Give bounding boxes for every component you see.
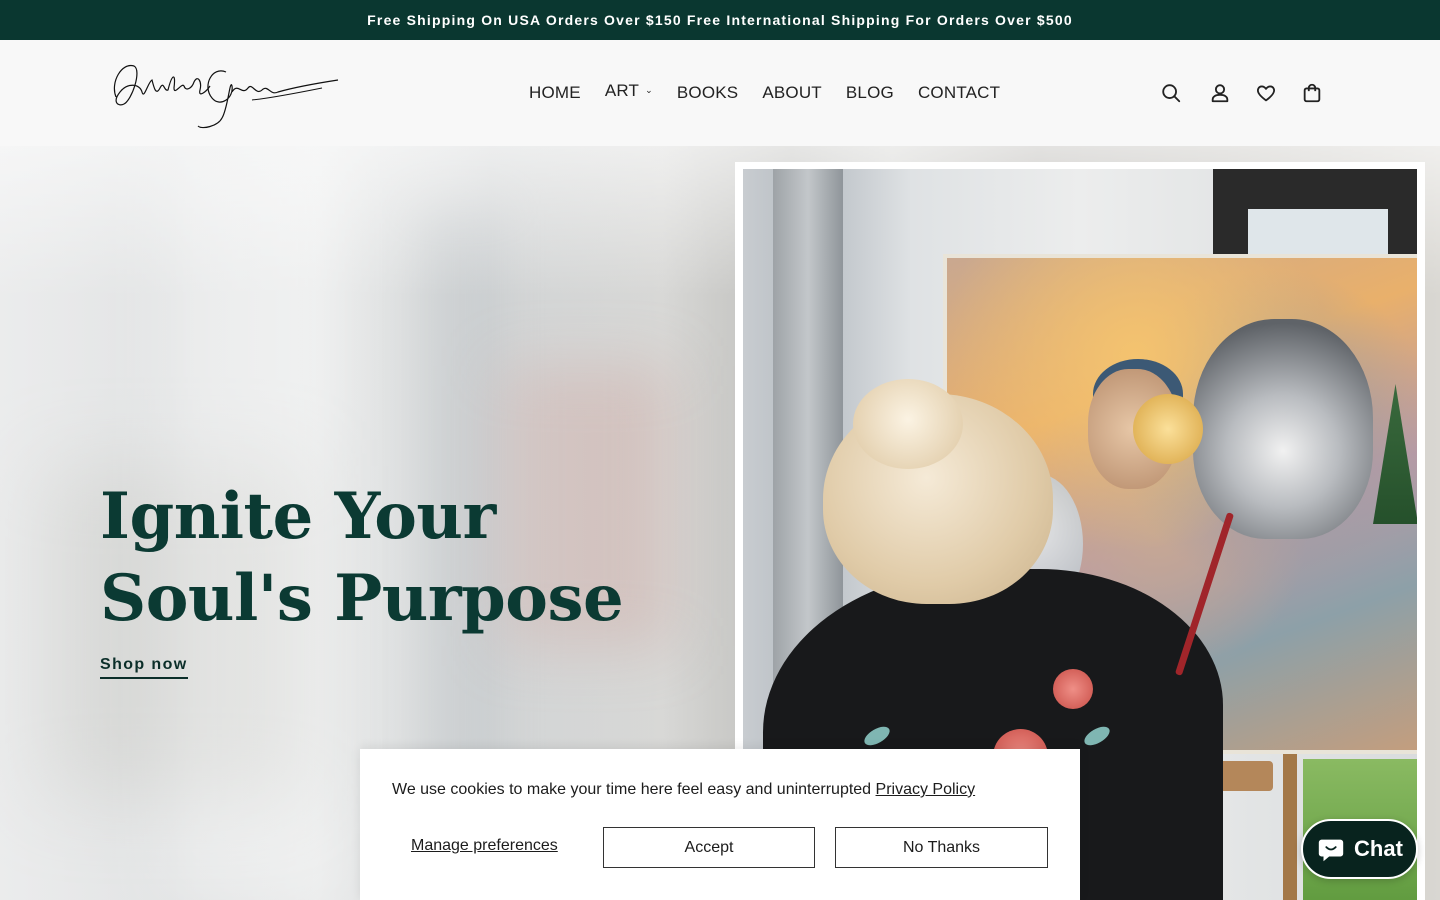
floral-rose <box>1053 669 1093 709</box>
shop-now-link[interactable]: Shop now <box>100 656 188 679</box>
nav-about-label: ABOUT <box>762 83 822 102</box>
wishlist-heart-icon[interactable] <box>1253 80 1279 106</box>
account-icon[interactable] <box>1207 80 1233 106</box>
decline-cookies-button[interactable]: No Thanks <box>835 827 1048 868</box>
nav-about[interactable]: ABOUT <box>762 83 822 103</box>
nav-blog[interactable]: BLOG <box>846 83 894 103</box>
accept-cookies-button[interactable]: Accept <box>603 827 815 868</box>
artist-hair-bun <box>853 379 963 469</box>
announcement-text: Free Shipping On USA Orders Over $150 Fr… <box>367 12 1073 28</box>
nav-blog-label: BLOG <box>845 83 894 102</box>
chevron-down-icon: ⌄ <box>645 84 653 95</box>
cart-bag-icon[interactable] <box>1299 80 1325 106</box>
chat-bubble-icon <box>1318 839 1344 862</box>
hero-text-block: Ignite Your Soul's Purpose Shop now <box>100 476 660 679</box>
header-icons <box>1158 80 1325 106</box>
hero-title: Ignite Your Soul's Purpose <box>100 476 660 640</box>
nav-art[interactable]: ART ⌄ <box>605 81 653 101</box>
site-header: HOME ART ⌄ BOOKS ABOUT BLOG CONTACT <box>0 40 1440 146</box>
nav-art-label: ART <box>604 81 640 100</box>
cookie-message: We use cookies to make your time here fe… <box>392 781 975 799</box>
chat-label: Chat <box>1354 836 1403 861</box>
nav-books[interactable]: BOOKS <box>677 83 738 103</box>
chat-widget-button[interactable]: Chat <box>1301 819 1418 879</box>
nav-contact-label: CONTACT <box>917 83 1001 102</box>
main-nav: HOME ART ⌄ BOOKS ABOUT BLOG CONTACT <box>529 40 1000 146</box>
nav-books-label: BOOKS <box>676 83 739 102</box>
painting-wolf <box>1193 319 1373 539</box>
search-icon[interactable] <box>1158 80 1184 106</box>
nav-home[interactable]: HOME <box>529 83 581 103</box>
privacy-policy-link[interactable]: Privacy Policy <box>876 781 976 798</box>
announcement-bar: Free Shipping On USA Orders Over $150 Fr… <box>0 0 1440 40</box>
painting-flower <box>1133 394 1203 464</box>
hero-title-line2: Soul's Purpose <box>100 561 624 636</box>
nav-contact[interactable]: CONTACT <box>918 83 1000 103</box>
cookie-banner: We use cookies to make your time here fe… <box>360 749 1080 900</box>
hero-title-line1: Ignite Your <box>100 479 496 554</box>
manage-preferences-link[interactable]: Manage preferences <box>411 837 558 855</box>
cookie-message-text: We use cookies to make your time here fe… <box>392 781 872 798</box>
nav-home-label: HOME <box>529 83 581 102</box>
signature-logo[interactable] <box>102 52 342 132</box>
